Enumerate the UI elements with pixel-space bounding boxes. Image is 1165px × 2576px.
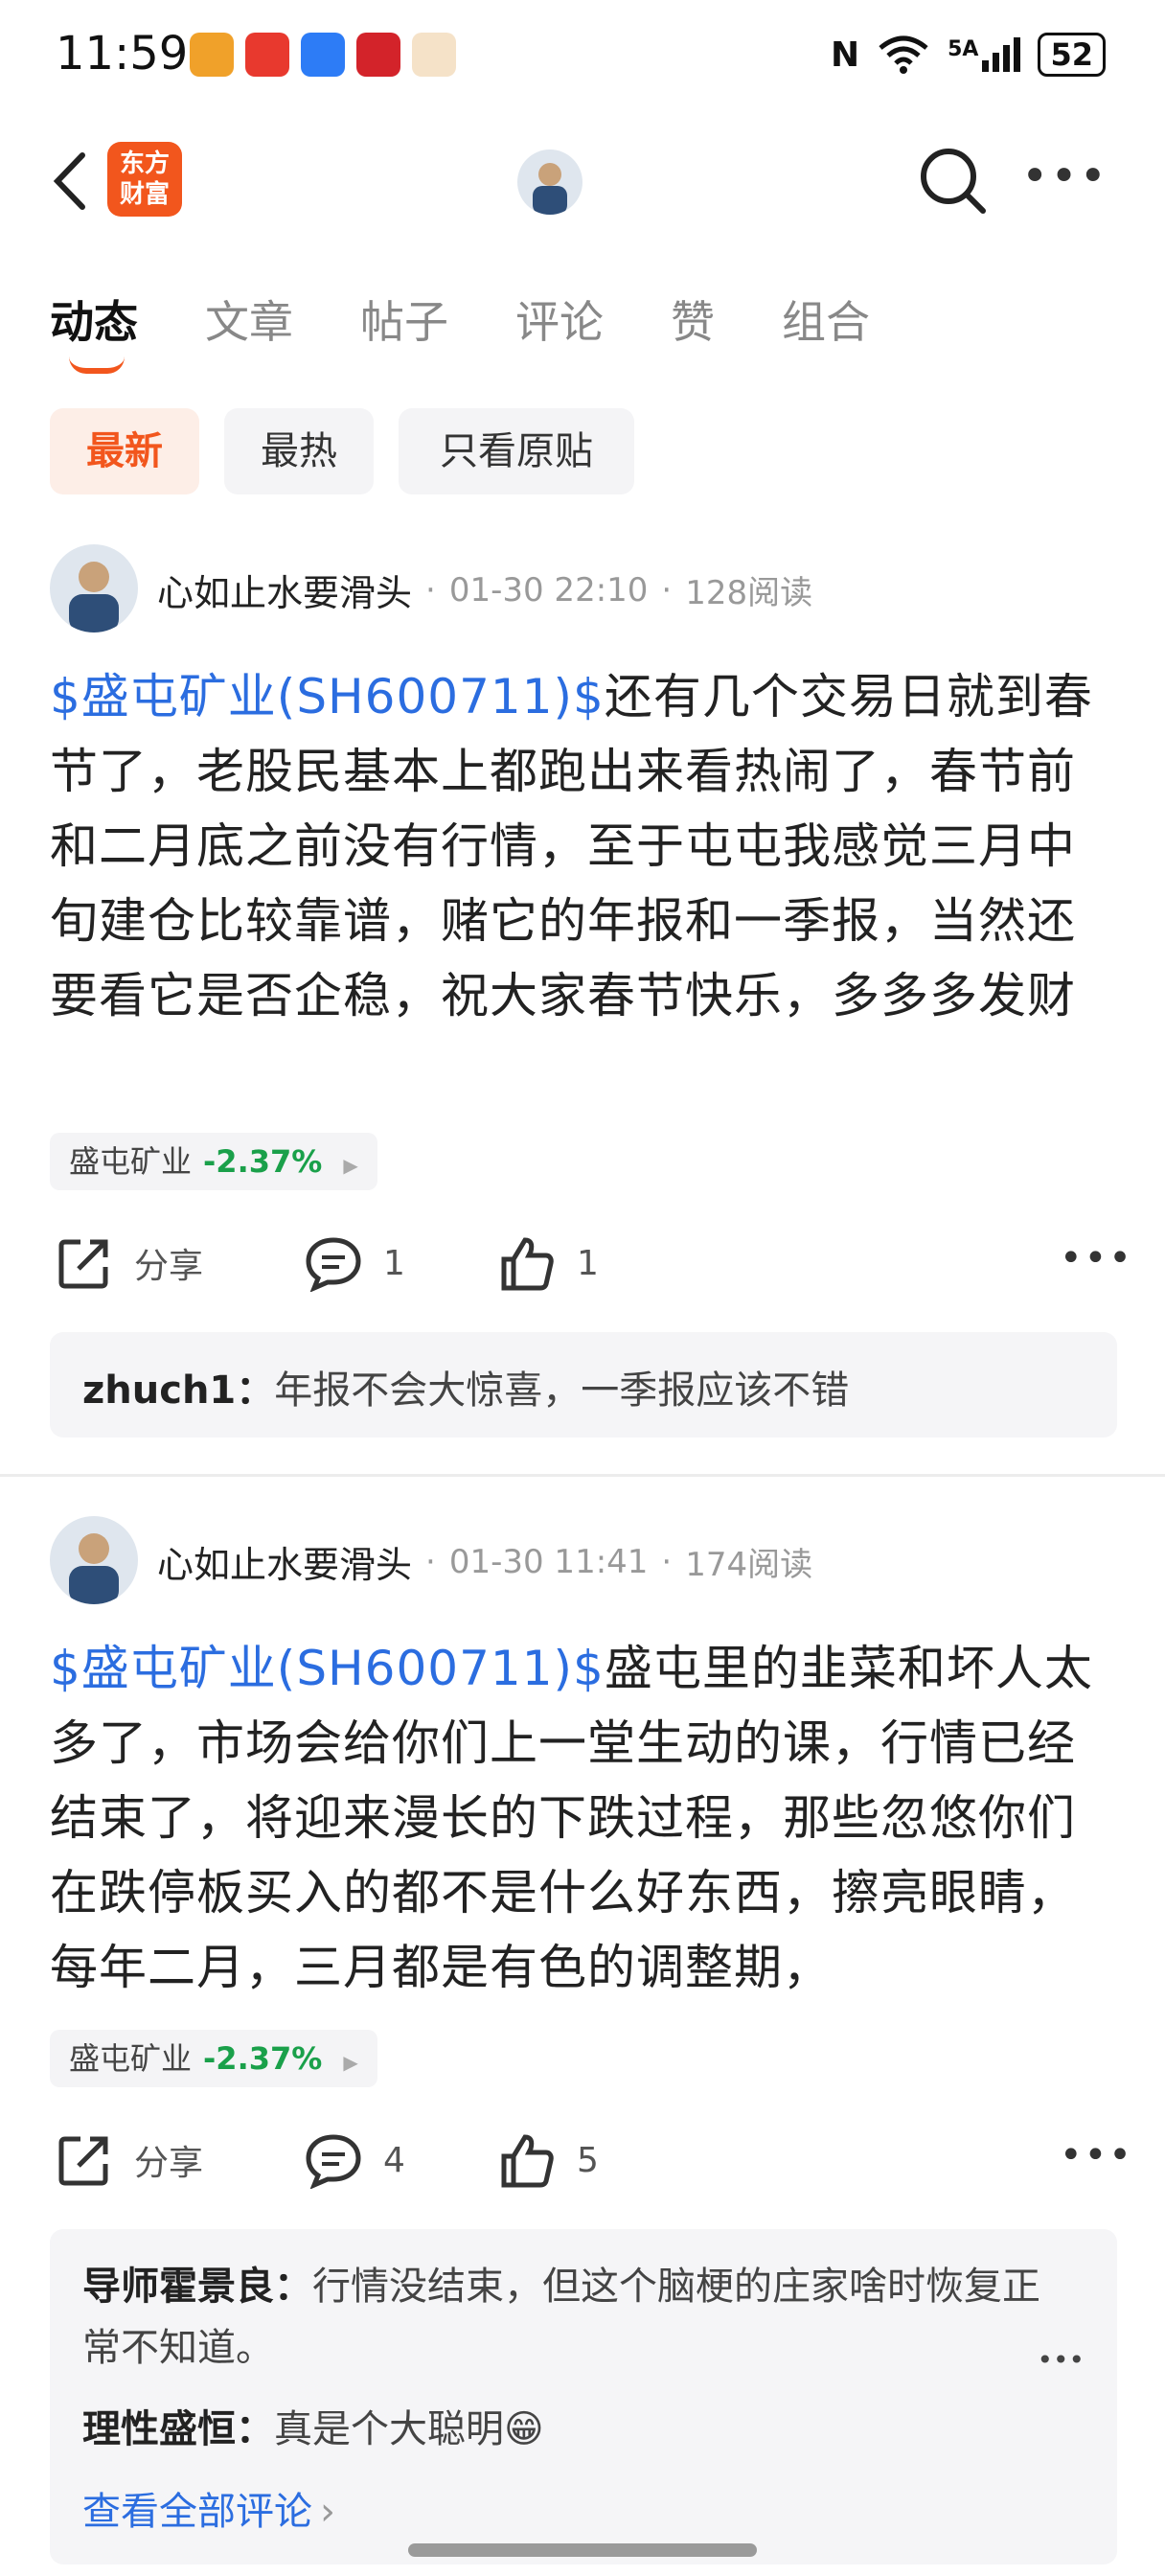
like-count: 5 xyxy=(577,2140,599,2180)
search-icon[interactable] xyxy=(916,144,989,217)
share-button[interactable]: 分享 xyxy=(56,2131,203,2189)
commenter-name[interactable]: zhuch1： xyxy=(82,1368,274,1413)
comment-icon xyxy=(305,1234,362,1292)
stock-tag-name: 盛屯矿业 xyxy=(69,1143,193,1180)
stock-tag-name: 盛屯矿业 xyxy=(69,2040,193,2077)
stock-link[interactable]: $盛屯矿业(SH600711)$ xyxy=(50,1641,605,1696)
app-notification-icon xyxy=(412,33,456,77)
read-count: 174阅读 xyxy=(685,1546,813,1584)
comment-count: 1 xyxy=(383,1243,405,1283)
stock-link[interactable]: $盛屯矿业(SH600711)$ xyxy=(50,669,605,724)
view-all-label: 查看全部评论 xyxy=(82,2490,312,2534)
stock-tag-change: -2.37% xyxy=(203,1143,323,1180)
comment-button[interactable]: 4 xyxy=(305,2131,405,2189)
thumbs-up-icon xyxy=(498,2131,556,2189)
filter-latest[interactable]: 最新 xyxy=(50,408,199,494)
post-body[interactable]: $盛屯矿业(SH600711)$还有几个交易日就到春节了，老股民基本上都跑出来看… xyxy=(50,659,1123,1033)
share-icon xyxy=(56,1234,113,1292)
post-time: 01-30 11:41 xyxy=(448,1542,649,1581)
comment-count: 4 xyxy=(383,2140,405,2180)
stock-tag[interactable]: 盛屯矿业 -2.37% ▶ xyxy=(50,1133,377,1190)
stock-tag[interactable]: 盛屯矿业 -2.37% ▶ xyxy=(50,2030,377,2087)
filter-hottest[interactable]: 最热 xyxy=(224,408,374,494)
separator-dot: · xyxy=(425,1542,436,1581)
like-button[interactable]: 1 xyxy=(498,1234,599,1292)
tab-portfolio[interactable]: 组合 xyxy=(782,288,870,351)
comment-item[interactable]: zhuch1：年报不会大惊喜，一季报应该不错 xyxy=(82,1359,849,1414)
comment-text: 真是个大聪明😁 xyxy=(274,2407,544,2451)
post-divider xyxy=(0,1474,1165,1477)
post-time: 01-30 22:10 xyxy=(448,570,649,610)
app-notification-icon xyxy=(301,33,345,77)
post-more-icon[interactable]: ••• xyxy=(1060,1236,1133,1280)
comment-item[interactable]: 理性盛恒：真是个大聪明😁 xyxy=(82,2398,544,2453)
share-button[interactable]: 分享 xyxy=(56,1234,203,1292)
signal-icon: 5A xyxy=(948,37,1021,72)
battery-indicator: 52 xyxy=(1038,33,1106,77)
like-count: 1 xyxy=(577,1243,599,1283)
app-logo[interactable]: 东方 财富 xyxy=(107,142,182,217)
share-icon xyxy=(56,2131,113,2189)
comment-preview[interactable]: zhuch1：年报不会大惊喜，一季报应该不错 xyxy=(50,1332,1117,1438)
author-name[interactable]: 心如止水要滑头 xyxy=(157,1535,412,1588)
share-label: 分享 xyxy=(134,2144,204,2183)
thumbs-up-icon xyxy=(498,1234,556,1292)
share-label: 分享 xyxy=(134,1247,204,1286)
comment-preview[interactable]: 导师霍景良：行情没结束，但这个脑梗的庄家啥时恢复正常不知道。 ••• 理性盛恒：… xyxy=(50,2229,1117,2564)
filter-original-only[interactable]: 只看原贴 xyxy=(399,408,634,494)
read-count: 128阅读 xyxy=(685,574,813,612)
more-options-icon[interactable]: ••• xyxy=(1021,150,1108,203)
comment-item[interactable]: 导师霍景良：行情没结束，但这个脑梗的庄家啥时恢复正常不知道。 xyxy=(82,2256,1050,2379)
tab-dynamic[interactable]: 动态 xyxy=(50,288,138,351)
author-avatar[interactable] xyxy=(50,544,138,632)
wifi-icon xyxy=(877,34,930,75)
author-name[interactable]: 心如止水要滑头 xyxy=(157,564,412,616)
tab-likes[interactable]: 赞 xyxy=(671,288,715,351)
arrow-right-icon: ▶ xyxy=(343,2051,358,2074)
chevron-right-icon: › xyxy=(320,2490,335,2534)
commenter-name[interactable]: 导师霍景良： xyxy=(82,2265,312,2309)
back-button[interactable] xyxy=(52,151,86,211)
stock-tag-change: -2.37% xyxy=(203,2040,323,2077)
post-header: 心如止水要滑头 · 01-30 22:10 · 128阅读 xyxy=(157,564,812,616)
comment-icon xyxy=(305,2131,362,2189)
separator-dot: · xyxy=(425,570,436,610)
separator-dot: · xyxy=(661,1542,673,1581)
logo-text: 财富 xyxy=(119,180,170,209)
comment-button[interactable]: 1 xyxy=(305,1234,405,1292)
post-more-icon[interactable]: ••• xyxy=(1060,2133,1133,2177)
view-all-comments-link[interactable]: 查看全部评论 › xyxy=(82,2480,335,2536)
app-notification-icon xyxy=(190,33,234,77)
app-notification-icon xyxy=(356,33,400,77)
home-indicator[interactable] xyxy=(408,2543,757,2557)
tab-comments[interactable]: 评论 xyxy=(515,288,604,351)
status-right: N 5A 52 xyxy=(831,33,1106,77)
active-tab-indicator xyxy=(69,356,125,374)
app-notification-icon xyxy=(245,33,289,77)
tab-articles[interactable]: 文章 xyxy=(205,288,293,351)
network-type: 5A xyxy=(948,37,979,61)
comment-text: 年报不会大惊喜，一季报应该不错 xyxy=(274,1368,850,1413)
nfc-icon: N xyxy=(830,34,860,75)
author-avatar[interactable] xyxy=(50,1516,138,1604)
logo-text: 东方 xyxy=(119,150,170,178)
post-header: 心如止水要滑头 · 01-30 11:41 · 174阅读 xyxy=(157,1535,812,1588)
tab-posts[interactable]: 帖子 xyxy=(360,288,448,351)
separator-dot: · xyxy=(661,570,673,610)
status-time: 11:59 xyxy=(56,27,189,80)
comment-more-icon[interactable]: ••• xyxy=(1037,2344,1085,2376)
tab-bar: 动态 文章 帖子 评论 赞 组合 xyxy=(50,288,937,351)
arrow-right-icon: ▶ xyxy=(343,1154,358,1177)
commenter-name[interactable]: 理性盛恒： xyxy=(82,2407,274,2451)
profile-avatar[interactable] xyxy=(517,150,582,215)
like-button[interactable]: 5 xyxy=(498,2131,599,2189)
post-body[interactable]: $盛屯矿业(SH600711)$盛屯里的韭菜和坏人太多了，市场会给你们上一堂生动… xyxy=(50,1631,1123,2005)
